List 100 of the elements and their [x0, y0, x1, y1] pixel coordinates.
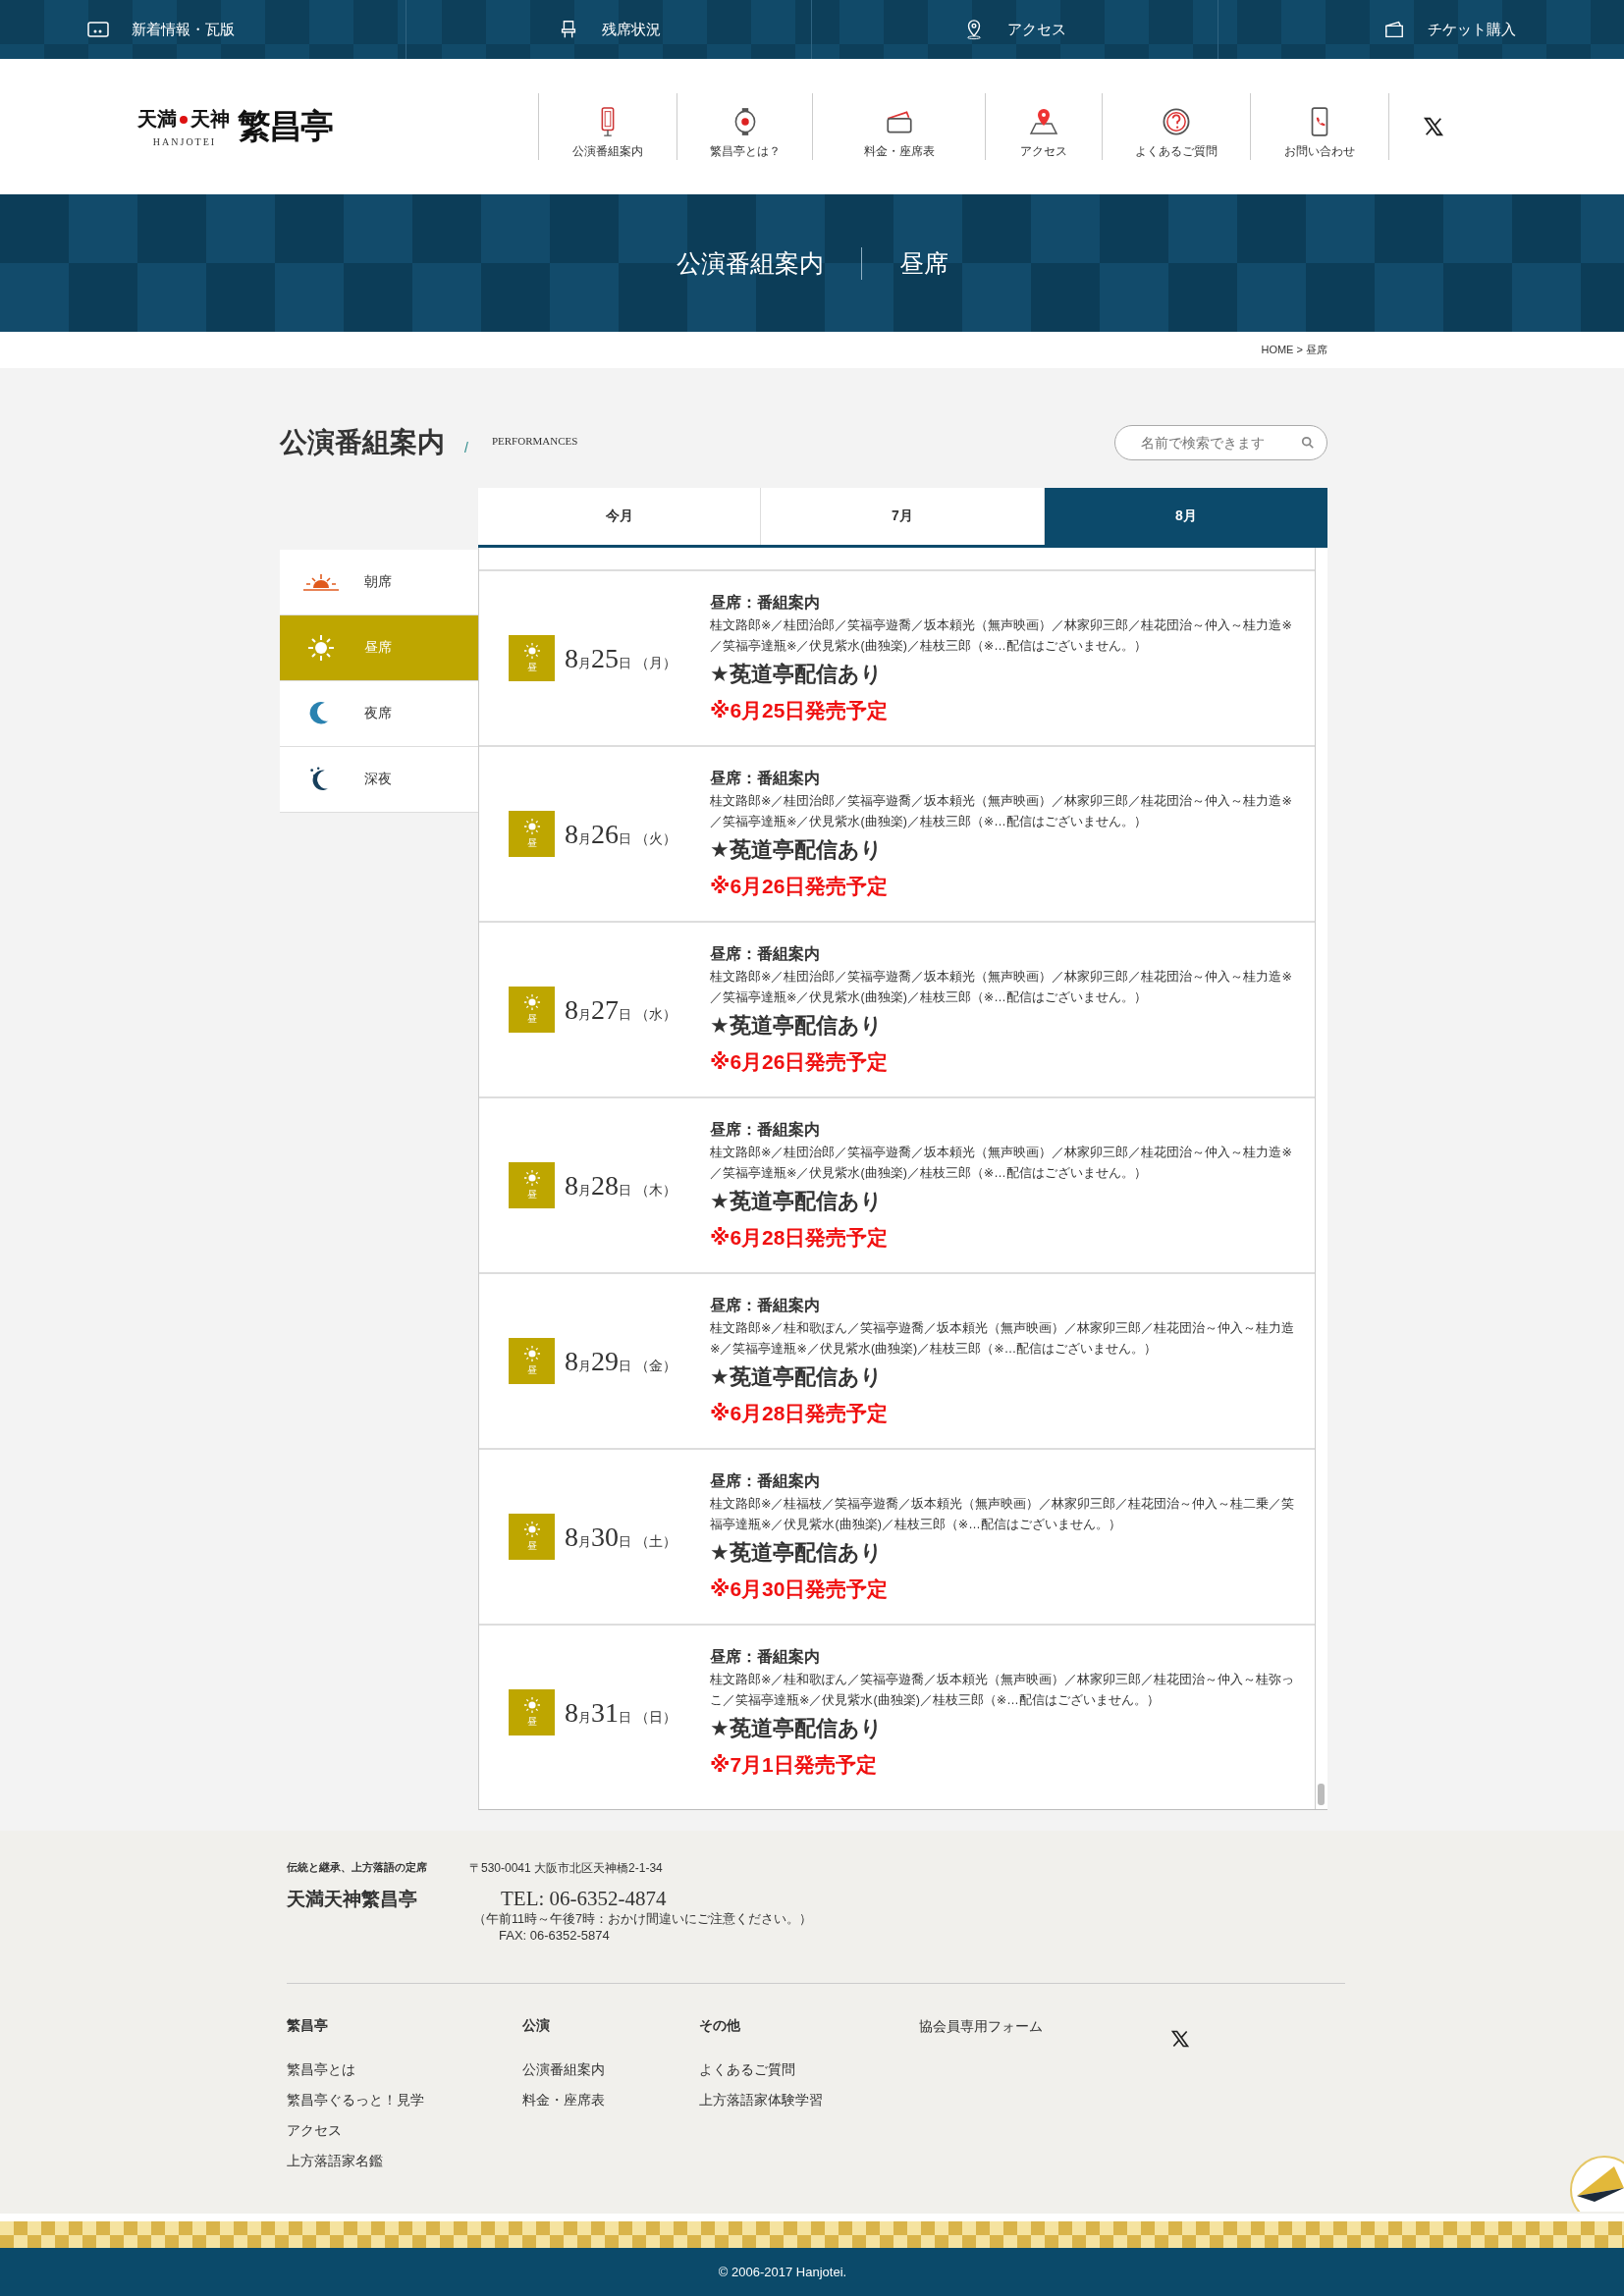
performer-list: 桂文路郎※／桂和歌ぽん／笑福亭遊喬／坂本頼光（無声映画）／林家卯三郎／桂花団治～仲入～桂力造※／笑福亭達瓶※／伏見紫水(曲独楽)／桂枝三郎（※…配信はございません。）	[710, 1317, 1299, 1360]
program-title: 昼席：番組案内	[710, 1470, 821, 1491]
footer-name: 天満天神繁昌亭	[287, 1888, 418, 1911]
question-icon	[1161, 106, 1192, 137]
program-title: 昼席：番組案内	[710, 768, 821, 788]
map-pin-icon	[1028, 106, 1059, 137]
badge-label: 昼	[526, 835, 537, 850]
nav-link[interactable]: 料金・座席表	[812, 93, 985, 160]
streaming-note: ★莬道亭配信あり	[710, 1714, 884, 1742]
performer-list: 桂文路郎※／桂福枝／笑福亭遊喬／坂本頼光（無声映画）／林家卯三郎／桂花団治～仲入～桂二乗／笑福亭達瓶※／伏見紫水(曲独楽)／桂枝三郎（※…配信はございません。）	[710, 1493, 1299, 1535]
phone-text: TEL: 06-6352-4874	[501, 1887, 668, 1911]
sun-icon	[523, 1696, 540, 1713]
sun-icon	[523, 642, 540, 659]
footer-link[interactable]: 繁昌亭ぐるっと！見学	[287, 2085, 424, 2115]
streaming-note: ★莬道亭配信あり	[710, 1011, 884, 1040]
streaming-note: ★莬道亭配信あり	[710, 835, 884, 864]
scrollbar-thumb[interactable]	[1318, 1784, 1325, 1805]
footer-link[interactable]: 公演番組案内	[522, 2055, 605, 2085]
program-title: 昼席：番組案内	[710, 592, 821, 613]
top-bar-link[interactable]: チケット購入	[1218, 0, 1624, 59]
logo-text: 天神	[190, 107, 230, 132]
footer-link[interactable]: よくあるご質問	[699, 2055, 795, 2085]
performer-list: 桂文路郎※／桂団治郎／笑福亭遊喬／坂本頼光（無声映画）／林家卯三郎／桂花団治～仲入～桂力造※／笑福亭達瓶※／伏見紫水(曲独楽)／桂枝三郎（※…配信はございません。）	[710, 614, 1299, 657]
logo-text: 天満	[137, 107, 177, 132]
session-menu-item[interactable]: 深夜	[280, 747, 478, 813]
sale-date-note: ※6月26日発売予定	[710, 1048, 890, 1075]
search-field[interactable]: 名前で検索できます	[1114, 425, 1327, 460]
footer-link[interactable]: 上方落語家体験学習	[699, 2085, 823, 2115]
streaming-note: ★莬道亭配信あり	[710, 1362, 884, 1391]
program-title: 昼席：番組案内	[710, 943, 821, 964]
logo-romaji: HANJOTEI	[151, 136, 218, 147]
search-icon[interactable]	[1301, 436, 1315, 450]
nav-link[interactable]: よくあるご質問	[1102, 93, 1250, 160]
sale-date-note: ※7月1日発売予定	[710, 1751, 878, 1778]
badge-label: 昼	[526, 1714, 537, 1729]
banner-subtitle: 昼席	[897, 247, 948, 279]
footer-heading: 公演	[522, 2017, 550, 2035]
sale-date-note: ※6月26日発売予定	[710, 873, 890, 899]
badge-label: 昼	[526, 660, 537, 674]
performer-list: 桂文路郎※／桂団治郎／笑福亭遊喬／坂本頼光（無声映画）／林家卯三郎／桂花団治～仲入～桂力造※／笑福亭達瓶※／伏見紫水(曲独楽)／桂枝三郎（※…配信はございません。）	[710, 966, 1299, 1008]
breadcrumb[interactable]: HOME > 昼席	[1261, 343, 1327, 357]
footer-link[interactable]: アクセス	[287, 2115, 342, 2146]
copyright-text: © 2006-2017 Hanjotei.	[718, 2265, 847, 2279]
program-title: 昼席：番組案内	[710, 1646, 821, 1667]
sale-date-note: ※6月25日発売予定	[710, 697, 890, 723]
sun-icon	[523, 818, 540, 834]
sale-date-note: ※6月28日発売予定	[710, 1224, 890, 1251]
program-date: 8月 25 日 （月）	[564, 642, 677, 674]
x-icon[interactable]	[1170, 2029, 1190, 2049]
tablet-icon	[86, 19, 110, 40]
session-menu-item[interactable]: 朝席	[280, 550, 478, 615]
footer-link[interactable]: 上方落語家名鑑	[287, 2146, 383, 2176]
nav-link[interactable]: 繁昌亭とは？	[677, 93, 812, 160]
sun-icon	[523, 1521, 540, 1537]
banner-title: 公演番組案内	[676, 246, 862, 280]
section-title: 公演番組案内	[280, 426, 445, 459]
program-date: 8月 30 日 （土）	[564, 1521, 677, 1553]
sun-icon	[523, 1169, 540, 1186]
footer-tagline: 伝統と継承、上方落語の定席	[287, 1860, 428, 1875]
nav-link[interactable]: アクセス	[985, 93, 1102, 160]
nav-link[interactable]: お問い合わせ	[1250, 93, 1388, 160]
sale-date-note: ※6月28日発売予定	[710, 1400, 890, 1426]
sun-icon	[523, 993, 540, 1010]
streaming-note: ★莬道亭配信あり	[710, 1187, 884, 1215]
footer-link[interactable]: 繁昌亭とは	[287, 2055, 355, 2085]
badge-label: 昼	[526, 1538, 537, 1553]
program-title: 昼席：番組案内	[710, 1295, 821, 1315]
performer-list: 桂文路郎※／桂団治郎／笑福亭遊喬／坂本頼光（無声映画）／林家卯三郎／桂花団治～仲入～桂力造※／笑福亭達瓶※／伏見紫水(曲独楽)／桂枝三郎（※…配信はございません。）	[710, 1142, 1299, 1184]
ticket-icon	[1382, 19, 1406, 40]
hours-text: （午前11時～午後7時：おかけ間違いにご注意ください。）	[473, 1911, 812, 1928]
footer-link[interactable]: 料金・座席表	[522, 2085, 605, 2115]
footer-link[interactable]: 協会員専用フォーム	[919, 2017, 1043, 2035]
month-tab[interactable]: 今月	[478, 488, 762, 545]
session-menu-item[interactable]: 夜席	[280, 681, 478, 747]
badge-label: 昼	[526, 1187, 537, 1201]
program-title: 昼席：番組案内	[710, 1119, 821, 1140]
address-text: 〒530-0041 大阪市北区天神橋2-1-34	[469, 1860, 664, 1877]
section-subtitle: PERFORMANCES	[491, 435, 578, 447]
performer-list: 桂文路郎※／桂団治郎／笑福亭遊喬／坂本頼光（無声映画）／林家卯三郎／桂花団治～仲入～桂力造※／笑福亭達瓶※／伏見紫水(曲独楽)／桂枝三郎（※…配信はございません。）	[710, 790, 1299, 832]
program-date: 8月 27日 （水）	[564, 993, 677, 1026]
title-separator: /	[464, 440, 468, 455]
badge-label: 昼	[526, 1011, 537, 1026]
sale-date-note: ※6月30日発売予定	[710, 1575, 890, 1602]
logo-text: 繁昌亭	[238, 106, 334, 146]
fax-text: FAX: 06-6352-5874	[499, 1928, 611, 1943]
program-date: 8月 28 日 （木）	[564, 1169, 677, 1201]
program-date: 8月 29 日 （金）	[564, 1345, 677, 1377]
program-date: 8月 31 日 （日）	[564, 1696, 677, 1729]
flower-icon	[179, 114, 189, 125]
nav-link[interactable]: 公演番組案内	[538, 93, 677, 160]
month-tab[interactable]: 7月	[761, 488, 1045, 545]
footer-heading: その他	[699, 2017, 740, 2035]
badge-label: 昼	[526, 1362, 537, 1377]
footer-heading: 繁昌亭	[287, 2017, 328, 2035]
sun-icon	[523, 1345, 540, 1362]
month-tab[interactable]: 8月	[1044, 488, 1327, 545]
performer-list: 桂文路郎※／桂和歌ぽん／笑福亭遊喬／坂本頼光（無声映画）／林家卯三郎／桂花団治～仲入～桂弥っこ／笑福亭達瓶※／伏見紫水(曲独楽)／桂枝三郎（※…配信はございません。）	[710, 1669, 1299, 1711]
program-date: 8月 26 日 （火）	[564, 818, 677, 850]
streaming-note: ★莬道亭配信あり	[710, 660, 884, 688]
streaming-note: ★莬道亭配信あり	[710, 1538, 884, 1567]
